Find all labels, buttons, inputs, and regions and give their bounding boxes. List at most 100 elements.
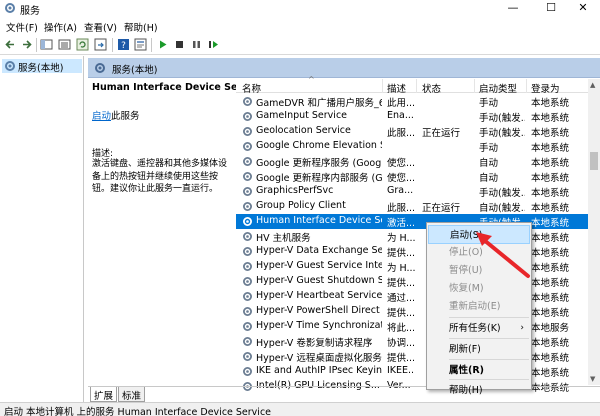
service-gear-icon bbox=[243, 292, 252, 301]
table-row[interactable]: GraphicsPerfSvc Gra... 手动(触发... 本地系统 bbox=[236, 184, 588, 199]
cell-name: Hyper-V Time Synchronizatio... bbox=[256, 320, 382, 331]
menu-item-refresh[interactable]: 刷新(F) bbox=[428, 340, 530, 359]
table-row[interactable]: GameInput Service Ena... 手动(触发... 本地系统 bbox=[236, 109, 588, 124]
show-tree-icon[interactable] bbox=[40, 38, 53, 51]
column-header-logon-as[interactable]: 登录为 bbox=[531, 81, 560, 95]
title-bar: 服务 — ☐ ✕ bbox=[0, 0, 600, 17]
cell-description: 提供... bbox=[387, 278, 415, 289]
submenu-arrow-icon: › bbox=[520, 323, 524, 333]
column-divider[interactable] bbox=[382, 79, 383, 93]
cell-logon-as: 本地系统 bbox=[531, 98, 570, 109]
forward-icon[interactable] bbox=[20, 38, 33, 51]
status-bar: 启动 本地计算机 上的服务 Human Interface Device Ser… bbox=[0, 402, 600, 416]
minimize-button[interactable]: — bbox=[496, 0, 530, 16]
table-row[interactable]: Hyper-V 远程桌面虚拟化服务 提供... 本地系统 bbox=[236, 349, 588, 364]
cell-name: GameInput Service bbox=[256, 110, 348, 121]
service-gear-icon bbox=[243, 97, 252, 106]
scrollbar-thumb[interactable] bbox=[590, 152, 598, 170]
services-app-icon bbox=[5, 3, 15, 13]
column-header-description[interactable]: 描述 bbox=[387, 81, 406, 95]
table-row[interactable]: HV 主机服务 为 H... 本地系统 bbox=[236, 229, 588, 244]
stop-icon[interactable] bbox=[173, 38, 186, 51]
help-icon[interactable]: ? bbox=[117, 38, 130, 51]
table-row[interactable]: Hyper-V PowerShell Direct S... 提供... 本地系统 bbox=[236, 304, 588, 319]
tab-standard[interactable]: 标准 bbox=[118, 387, 146, 402]
scroll-up-icon[interactable]: ▲ bbox=[590, 81, 595, 89]
toolbar-separator bbox=[151, 38, 152, 52]
menu-view[interactable]: 查看(V) bbox=[84, 20, 117, 34]
menu-item-all-tasks[interactable]: 所有任务(K) › bbox=[428, 319, 530, 338]
menu-item-resume[interactable]: 恢复(M) bbox=[428, 279, 530, 298]
refresh-icon[interactable] bbox=[76, 38, 89, 51]
menu-item-properties[interactable]: 属性(R) bbox=[428, 361, 530, 380]
cell-logon-as: 本地系统 bbox=[531, 218, 570, 229]
cell-name: Google 更新程序服务 (Google... bbox=[256, 158, 382, 169]
properties-icon[interactable] bbox=[134, 38, 147, 51]
description-panel: Human Interface Device Service 启动此服务 描述:… bbox=[88, 79, 264, 385]
service-gear-icon bbox=[243, 217, 252, 226]
list-icon[interactable] bbox=[58, 38, 71, 51]
column-header-status[interactable]: 状态 bbox=[422, 81, 441, 95]
table-row[interactable]: Geolocation Service 此服... 正在运行 手动(触发... 本地系统 bbox=[236, 124, 588, 139]
menu-item-restart[interactable]: 重新启动(E) bbox=[428, 297, 530, 316]
menu-bar: 文件(F) 操作(A) 查看(V) 帮助(H) bbox=[0, 18, 600, 34]
table-row[interactable]: Hyper-V 卷影复制请求程序 协调... 本地系统 bbox=[236, 334, 588, 349]
column-divider[interactable] bbox=[526, 79, 527, 93]
start-service-link[interactable]: 启动 bbox=[92, 111, 111, 122]
menu-item-label: 属性(R) bbox=[449, 365, 484, 376]
cell-name: Google Chrome Elevation Se... bbox=[256, 140, 382, 151]
maximize-button[interactable]: ☐ bbox=[534, 0, 568, 16]
column-header-name[interactable]: 名称 bbox=[242, 81, 261, 95]
cell-description: 使您... bbox=[387, 158, 415, 169]
pause-icon[interactable] bbox=[190, 38, 203, 51]
cell-logon-as: 本地系统 bbox=[531, 233, 570, 244]
table-row[interactable]: Hyper-V Heartbeat Service 通过... 本地系统 bbox=[236, 289, 588, 304]
table-row[interactable]: Group Policy Client 此服... 正在运行 自动(触发... 本地系统 bbox=[236, 199, 588, 214]
table-row[interactable]: Google 更新程序服务 (Google... 使您... 自动 本地系统 bbox=[236, 154, 588, 169]
menu-help[interactable]: 帮助(H) bbox=[124, 20, 158, 34]
table-row[interactable]: Hyper-V Time Synchronizatio... 将此... 本地服务 bbox=[236, 319, 588, 334]
restart-icon[interactable] bbox=[207, 38, 220, 51]
cell-description: 此服... bbox=[387, 128, 415, 139]
column-header-startup-type[interactable]: 启动类型 bbox=[479, 81, 517, 95]
cell-description: 协调... bbox=[387, 338, 415, 349]
menu-item-label: 重新启动(E) bbox=[449, 301, 501, 312]
table-row[interactable]: Hyper-V Guest Shutdown Ser... 提供... 本地系统 bbox=[236, 274, 588, 289]
cell-description: 通过... bbox=[387, 293, 415, 304]
table-row[interactable]: Google Chrome Elevation Se... 手动 本地系统 bbox=[236, 139, 588, 154]
back-icon[interactable] bbox=[4, 38, 17, 51]
pane-header: 服务(本地) bbox=[88, 58, 600, 78]
table-row-selected[interactable]: Human Interface Device Servi...激活...手动(触… bbox=[236, 214, 588, 229]
cell-logon-as: 本地系统 bbox=[531, 368, 570, 379]
tab-extended[interactable]: 扩展 bbox=[90, 387, 118, 402]
table-row[interactable]: Hyper-V Guest Service Interf... 为 H... 本地系… bbox=[236, 259, 588, 274]
cell-logon-as: 本地系统 bbox=[531, 158, 570, 169]
service-gear-icon bbox=[243, 367, 252, 376]
cell-name: GameDVR 和广播用户服务_6d... bbox=[256, 98, 382, 109]
sort-caret-icon: ^ bbox=[308, 75, 315, 84]
menu-file[interactable]: 文件(F) bbox=[6, 20, 38, 34]
cell-name: Hyper-V Guest Shutdown Ser... bbox=[256, 275, 382, 286]
cell-startup-type: 手动(触发... bbox=[479, 188, 525, 199]
column-divider[interactable] bbox=[474, 79, 475, 93]
vertical-scrollbar[interactable]: ▲ ▼ bbox=[588, 79, 600, 385]
toolbar-separator bbox=[36, 38, 37, 52]
menu-item-label: 刷新(F) bbox=[449, 344, 481, 355]
close-button[interactable]: ✕ bbox=[566, 0, 600, 16]
column-divider[interactable] bbox=[416, 79, 417, 93]
table-row[interactable]: GameDVR 和广播用户服务_6d... 此用... 手动 本地系统 bbox=[236, 94, 588, 109]
menu-action[interactable]: 操作(A) bbox=[44, 20, 77, 34]
cell-logon-as: 本地系统 bbox=[531, 188, 570, 199]
table-row[interactable]: Google 更新程序内部服务 (Go... 使您... 自动 本地系统 bbox=[236, 169, 588, 184]
service-gear-icon bbox=[243, 142, 252, 151]
menu-item-help[interactable]: 帮助(H) bbox=[428, 381, 530, 400]
tree-item-services-local[interactable]: 服务(本地) bbox=[2, 59, 82, 74]
service-gear-icon bbox=[243, 172, 252, 181]
export-icon[interactable] bbox=[94, 38, 107, 51]
cell-name: HV 主机服务 bbox=[256, 233, 311, 244]
scroll-down-icon[interactable]: ▼ bbox=[590, 375, 595, 383]
services-gear-icon bbox=[5, 61, 15, 71]
table-row[interactable]: Hyper-V Data Exchange Service 提供... 本地系统 bbox=[236, 244, 588, 259]
play-icon[interactable] bbox=[156, 38, 169, 51]
table-row[interactable]: IKE and AuthIP IPsec Keying ... IKEE... 本地… bbox=[236, 364, 588, 379]
